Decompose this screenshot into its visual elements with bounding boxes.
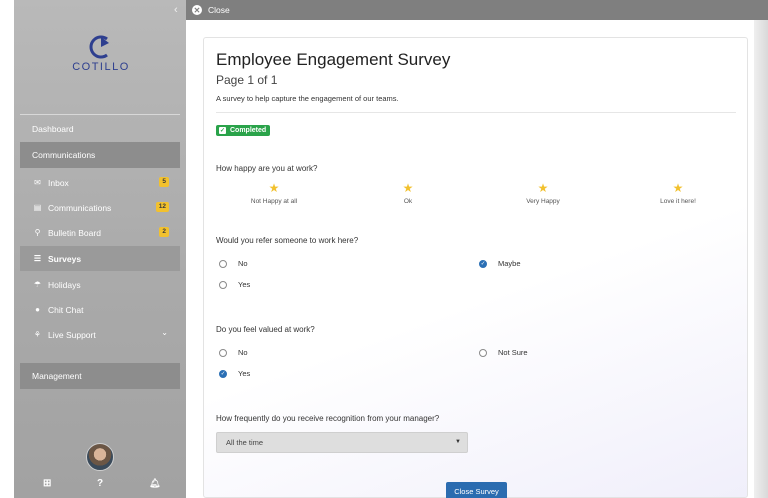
chevron-left-icon[interactable]: ‹ <box>174 4 178 16</box>
grid-icon[interactable]: ⊞ <box>43 478 51 489</box>
referral-option-yes[interactable]: Yes <box>219 280 250 289</box>
sidebar-item-label: Inbox <box>48 177 69 188</box>
rating-caption: Ok <box>403 198 413 205</box>
sidebar-item-live-support[interactable]: ⚘ Live Support ⌄ <box>20 322 180 347</box>
referral-option-maybe[interactable]: ✓ Maybe <box>479 259 521 268</box>
survey-title: Employee Engagement Survey <box>216 50 451 69</box>
sidebar-item-bulletin-board[interactable]: ⚲ Bulletin Board 2 <box>20 220 180 245</box>
chevron-down-icon[interactable]: ⌄ <box>161 328 168 337</box>
logo-text: COTILLO <box>72 61 130 73</box>
question-referral-label: Would you refer someone to work here? <box>216 236 359 245</box>
top-bar: ✕ Close <box>186 0 768 20</box>
radio-button[interactable] <box>219 348 227 357</box>
help-icon[interactable]: ? <box>97 478 103 489</box>
question-valued-label: Do you feel valued at work? <box>216 325 315 334</box>
card-icon: ▤ <box>33 203 42 212</box>
rating-option-1[interactable]: ★ Not Happy at all <box>229 182 319 205</box>
radio-button[interactable] <box>219 259 227 268</box>
star-icon: ★ <box>537 181 549 195</box>
survey-panel: Employee Engagement Survey Page 1 of 1 A… <box>203 37 748 498</box>
sidebar-item-label: Dashboard <box>32 123 74 134</box>
bell-icon[interactable]: 🔔︎ <box>149 478 160 489</box>
sidebar-item-label: Holidays <box>48 279 81 290</box>
radio-button-checked[interactable]: ✓ <box>479 259 487 268</box>
panel-divider <box>216 112 736 113</box>
valued-option-yes[interactable]: ✓ Yes <box>219 369 250 378</box>
logo: COTILLO <box>66 34 136 73</box>
valued-option-not-sure[interactable]: Not Sure <box>479 348 528 357</box>
communications-count-badge: 12 <box>155 202 169 212</box>
close-survey-button[interactable]: Close Survey <box>446 482 507 498</box>
question-happiness-label: How happy are you at work? <box>216 164 318 173</box>
rating-caption: Not Happy at all <box>250 198 298 205</box>
pin-icon: ⚲ <box>34 228 41 237</box>
sidebar-left-edge <box>0 0 14 498</box>
sidebar-item-inbox[interactable]: ✉ Inbox 5 <box>20 170 180 195</box>
radio-label: Yes <box>238 280 251 289</box>
rating-caption: Very Happy <box>526 198 560 205</box>
sidebar: ‹ COTILLO Dashboard Communications ✉ Inb… <box>0 0 186 498</box>
sidebar-item-label: Communications <box>48 202 112 213</box>
inbox-count-badge: 5 <box>159 177 169 187</box>
radio-label: No <box>238 348 248 357</box>
scroll-area-edge <box>754 20 768 498</box>
select-value: All the time <box>226 438 264 447</box>
radio-label: Not Sure <box>498 348 528 357</box>
radio-label: Yes <box>238 369 251 378</box>
umbrella-icon: ☂ <box>33 280 42 289</box>
recognition-select[interactable]: All the time ▼ <box>216 432 468 453</box>
sidebar-item-label: Bulletin Board <box>48 227 101 238</box>
star-icon: ★ <box>402 181 414 195</box>
check-icon: ✓ <box>219 127 226 134</box>
sidebar-item-label: Management <box>32 371 82 381</box>
radio-label: Maybe <box>498 259 521 268</box>
sidebar-section-communications[interactable]: Communications <box>20 142 180 168</box>
sidebar-item-surveys[interactable]: ☰ Surveys <box>20 246 180 271</box>
list-icon: ☰ <box>33 254 42 263</box>
radio-button[interactable] <box>479 348 487 357</box>
sidebar-item-label: Surveys <box>48 253 82 264</box>
survey-description: A survey to help capture the engagement … <box>216 94 399 103</box>
sidebar-divider <box>20 114 180 115</box>
chat-icon: ● <box>35 305 40 314</box>
envelope-icon: ✉ <box>34 178 41 187</box>
sidebar-item-communications[interactable]: ▤ Communications 12 <box>20 195 180 220</box>
sitemap-icon: ⚘ <box>33 330 42 339</box>
radio-label: No <box>238 259 248 268</box>
rating-option-3[interactable]: ★ Very Happy <box>498 182 588 205</box>
bulletin-count-badge: 2 <box>159 227 169 237</box>
sidebar-item-chit-chat[interactable]: ● Chit Chat <box>20 297 180 322</box>
status-label: Completed <box>230 127 267 134</box>
radio-button-checked[interactable]: ✓ <box>219 369 227 378</box>
sidebar-item-label: Live Support <box>48 329 96 340</box>
close-icon[interactable]: ✕ <box>192 5 202 15</box>
sidebar-item-holidays[interactable]: ☂ Holidays <box>20 272 180 297</box>
rating-caption: Love it here! <box>660 198 696 205</box>
close-button[interactable]: Close <box>208 5 230 15</box>
sidebar-item-label: Chit Chat <box>48 304 84 315</box>
sidebar-item-label: Communications <box>32 150 96 160</box>
star-icon: ★ <box>268 181 280 195</box>
star-icon: ★ <box>672 181 684 195</box>
status-badge: ✓ Completed <box>216 125 271 136</box>
caret-down-icon: ▼ <box>455 439 461 445</box>
cotillo-logo-icon <box>89 35 109 59</box>
referral-option-no[interactable]: No <box>219 259 248 268</box>
sidebar-section-management[interactable]: Management <box>20 363 180 389</box>
survey-page-indicator: Page 1 of 1 <box>216 73 278 87</box>
avatar[interactable] <box>86 443 114 471</box>
rating-option-2[interactable]: ★ Ok <box>363 182 453 205</box>
rating-option-4[interactable]: ★ Love it here! <box>633 182 723 205</box>
valued-option-no[interactable]: No <box>219 348 248 357</box>
radio-button[interactable] <box>219 280 227 289</box>
question-recognition-label: How frequently do you receive recognitio… <box>216 414 440 423</box>
sidebar-item-dashboard[interactable]: Dashboard <box>20 116 180 141</box>
